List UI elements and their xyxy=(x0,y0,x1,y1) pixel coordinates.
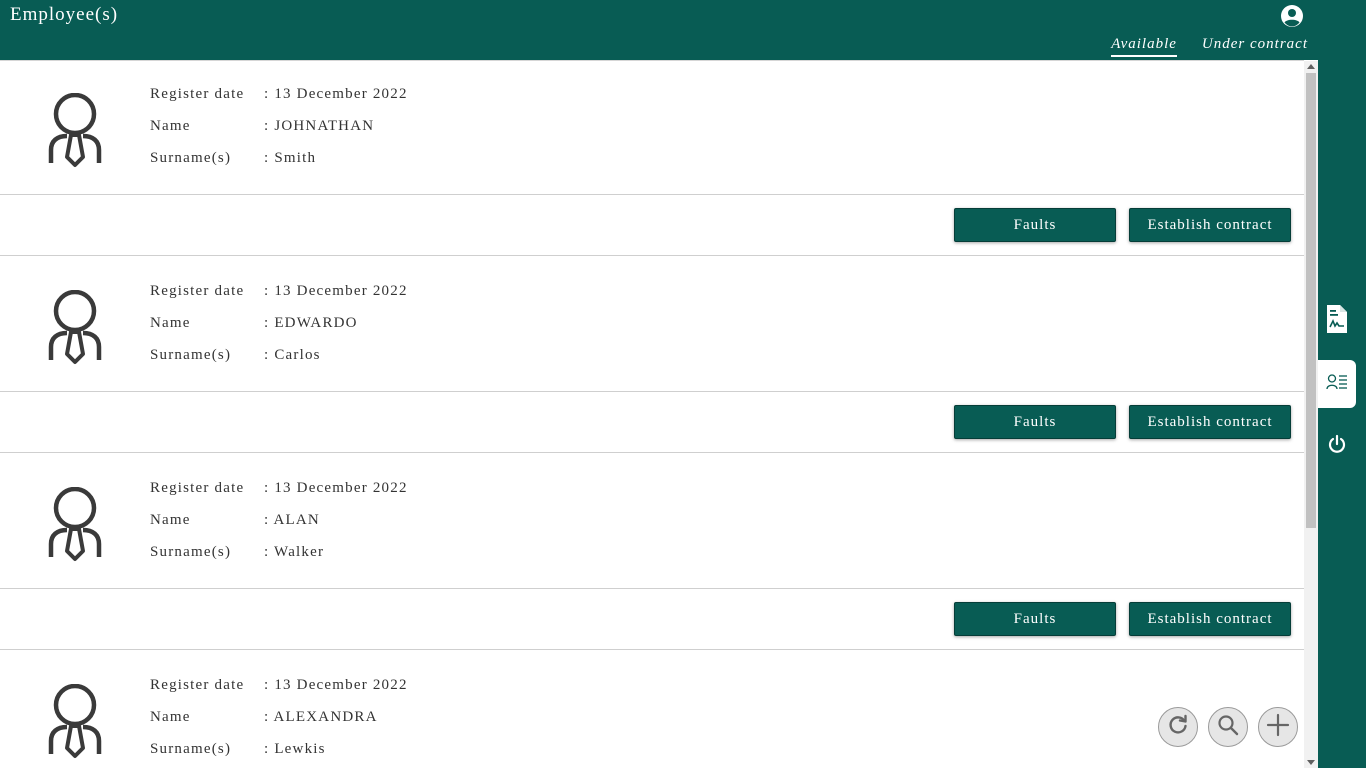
sidebar-item-logout[interactable] xyxy=(1318,422,1356,470)
employee-badge-icon xyxy=(45,289,105,366)
employee-actions: Faults Establish contract xyxy=(0,195,1304,256)
account-circle-icon[interactable] xyxy=(1280,4,1304,28)
employee-card: Register date : 13 December 2022 Name : ED… xyxy=(0,258,1304,392)
name-row: Name : ALEXANDRA xyxy=(150,709,378,726)
surname-label: Surname(s) xyxy=(150,150,232,166)
register-date-label: Register date xyxy=(150,283,245,299)
search-icon xyxy=(1217,714,1239,741)
surname-row: Surname(s) : Carlos xyxy=(150,347,321,364)
employee-list-icon xyxy=(1326,373,1348,396)
sidebar-item-contracts[interactable] xyxy=(1318,297,1356,345)
surname-row: Surname(s) : Walker xyxy=(150,544,324,561)
faults-button[interactable]: Faults xyxy=(954,602,1116,636)
power-icon xyxy=(1327,434,1347,459)
surname-label: Surname(s) xyxy=(150,741,232,757)
surname-row: Surname(s) : Lewkis xyxy=(150,741,326,758)
register-date-label: Register date xyxy=(150,480,245,496)
refresh-button[interactable] xyxy=(1158,707,1198,747)
surname-value: : Smith xyxy=(264,150,317,166)
page-title: Employee(s) xyxy=(10,4,119,25)
add-icon xyxy=(1266,713,1290,742)
surname-value: : Lewkis xyxy=(264,741,326,757)
scroll-thumb[interactable] xyxy=(1306,73,1316,528)
surname-value: : Carlos xyxy=(264,347,321,363)
register-date-row: Register date : 13 December 2022 xyxy=(150,283,408,300)
register-date-row: Register date : 13 December 2022 xyxy=(150,677,408,694)
refresh-icon xyxy=(1167,714,1189,741)
employee-badge-icon xyxy=(45,92,105,169)
name-row: Name : EDWARDO xyxy=(150,315,358,332)
register-date-row: Register date : 13 December 2022 xyxy=(150,86,408,103)
employee-card: Register date : 13 December 2022 Name : JO… xyxy=(0,61,1304,195)
register-date-label: Register date xyxy=(150,86,245,102)
sidebar-item-employees[interactable] xyxy=(1318,360,1356,408)
employee-actions: Faults Establish contract xyxy=(0,392,1304,453)
list-scrollbar[interactable] xyxy=(1304,61,1318,768)
app-header: Employee(s) Available Under contract xyxy=(0,0,1366,60)
right-sidebar xyxy=(1318,60,1366,768)
contract-document-icon xyxy=(1325,304,1349,339)
surname-label: Surname(s) xyxy=(150,347,232,363)
name-value: : ALAN xyxy=(264,512,320,528)
name-row: Name : JOHNATHAN xyxy=(150,118,374,135)
register-date-row: Register date : 13 December 2022 xyxy=(150,480,408,497)
name-label: Name xyxy=(150,512,191,528)
employee-list[interactable]: Register date : 13 December 2022 Name : JO… xyxy=(0,60,1304,769)
register-date-label: Register date xyxy=(150,677,245,693)
scroll-up-arrow-icon[interactable] xyxy=(1307,64,1315,69)
tab-available[interactable]: Available xyxy=(1111,36,1177,57)
name-value: : ALEXANDRA xyxy=(264,709,378,725)
employee-badge-icon xyxy=(45,683,105,760)
employee-tabs: Available Under contract xyxy=(1111,36,1308,57)
name-value: : EDWARDO xyxy=(264,315,358,331)
name-row: Name : ALAN xyxy=(150,512,320,529)
employee-badge-icon xyxy=(45,486,105,563)
name-label: Name xyxy=(150,709,191,725)
employee-card: Register date : 13 December 2022 Name : AL… xyxy=(0,455,1304,589)
register-date-value: : 13 December 2022 xyxy=(264,480,408,496)
employee-actions: Faults Establish contract xyxy=(0,589,1304,650)
add-employee-button[interactable] xyxy=(1258,707,1298,747)
surname-label: Surname(s) xyxy=(150,544,232,560)
establish-contract-button[interactable]: Establish contract xyxy=(1129,208,1291,242)
employee-card: Register date : 13 December 2022 Name : AL… xyxy=(0,652,1304,769)
scroll-down-arrow-icon[interactable] xyxy=(1307,760,1315,765)
establish-contract-button[interactable]: Establish contract xyxy=(1129,405,1291,439)
surname-row: Surname(s) : Smith xyxy=(150,150,316,167)
surname-value: : Walker xyxy=(264,544,325,560)
faults-button[interactable]: Faults xyxy=(954,405,1116,439)
register-date-value: : 13 December 2022 xyxy=(264,283,408,299)
establish-contract-button[interactable]: Establish contract xyxy=(1129,602,1291,636)
search-button[interactable] xyxy=(1208,707,1248,747)
name-label: Name xyxy=(150,315,191,331)
register-date-value: : 13 December 2022 xyxy=(264,677,408,693)
name-value: : JOHNATHAN xyxy=(264,118,375,134)
register-date-value: : 13 December 2022 xyxy=(264,86,408,102)
faults-button[interactable]: Faults xyxy=(954,208,1116,242)
tab-under-contract[interactable]: Under contract xyxy=(1202,36,1308,57)
name-label: Name xyxy=(150,118,191,134)
